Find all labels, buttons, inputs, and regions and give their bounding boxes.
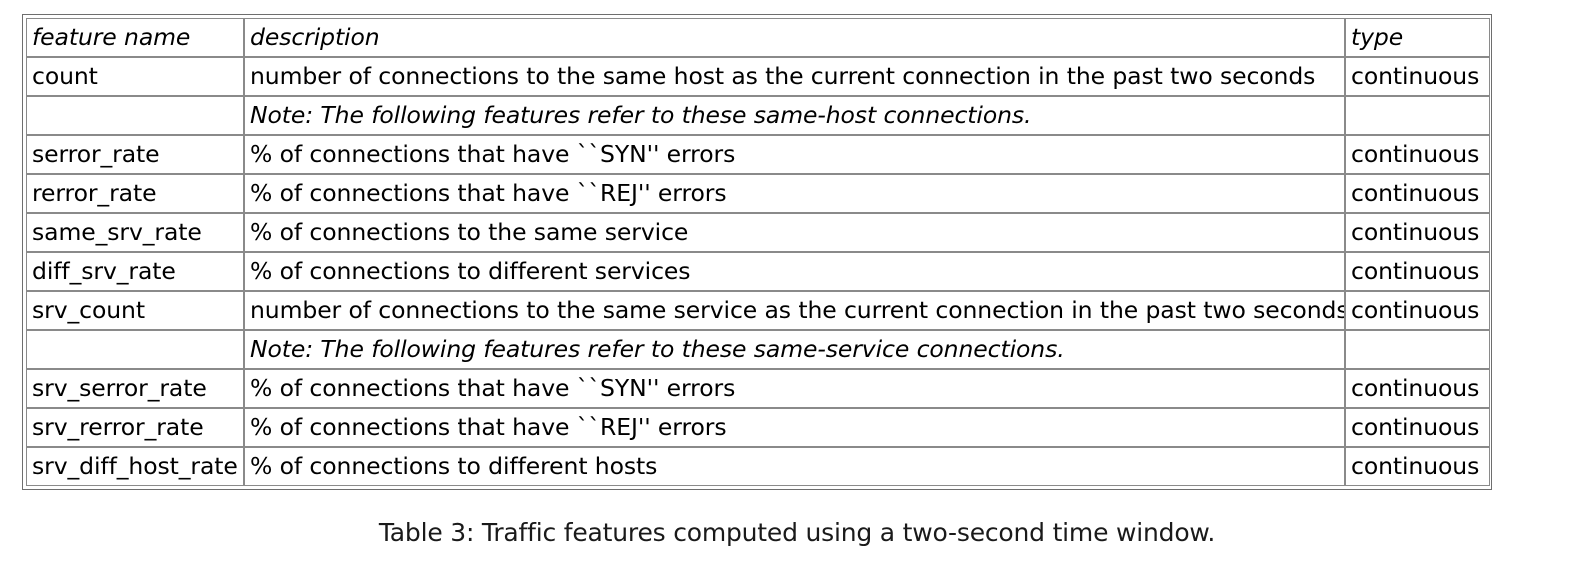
cell-type: continuous — [1345, 408, 1490, 447]
cell-feature-name: same_srv_rate — [26, 213, 244, 252]
column-header-feature-name: feature name — [26, 18, 244, 57]
table-body: feature name description type count number o… — [26, 18, 1490, 486]
cell-type: continuous — [1345, 174, 1490, 213]
cell-description: % of connections that have ``SYN'' error… — [244, 369, 1345, 408]
table-row: serror_rate% of connections that have ``… — [26, 135, 1490, 174]
table-row: same_srv_rate% of connections to the sam… — [26, 213, 1490, 252]
cell-feature-name: serror_rate — [26, 135, 244, 174]
table-row: srv_diff_host_rate% of connections to di… — [26, 447, 1490, 486]
cell-feature-name — [26, 330, 244, 369]
cell-description: number of connections to the same servic… — [244, 291, 1345, 330]
table-caption: Table 3: Traffic features computed using… — [378, 518, 1216, 547]
table-row: rerror_rate% of connections that have ``… — [26, 174, 1490, 213]
cell-type: continuous — [1345, 135, 1490, 174]
table-row: diff_srv_rate% of connections to differe… — [26, 252, 1490, 291]
cell-description: number of connections to the same host a… — [244, 57, 1345, 96]
cell-type: continuous — [1345, 447, 1490, 486]
cell-feature-name: srv_count — [26, 291, 244, 330]
cell-type — [1345, 96, 1490, 135]
cell-type: continuous — [1345, 252, 1490, 291]
column-header-description: description — [244, 18, 1345, 57]
column-header-type: type — [1345, 18, 1490, 57]
table-note-row: Note: The following features refer to th… — [26, 96, 1490, 135]
cell-description: % of connections that have ``REJ'' error… — [244, 174, 1345, 213]
cell-description: % of connections that have ``SYN'' error… — [244, 135, 1345, 174]
table-header-row: feature name description type — [26, 18, 1490, 57]
cell-type: continuous — [1345, 213, 1490, 252]
cell-feature-name: rerror_rate — [26, 174, 244, 213]
cell-feature-name: srv_serror_rate — [26, 369, 244, 408]
cell-type: continuous — [1345, 291, 1490, 330]
cell-feature-name: srv_diff_host_rate — [26, 447, 244, 486]
cell-type: continuous — [1345, 57, 1490, 96]
cell-feature-name: count — [26, 57, 244, 96]
cell-description: % of connections to the same service — [244, 213, 1345, 252]
cell-feature-name: diff_srv_rate — [26, 252, 244, 291]
table-figure-page: feature name description type count number o… — [0, 0, 1594, 574]
table-row: srv_count number of connections to the sa… — [26, 291, 1490, 330]
cell-description: % of connections that have ``REJ'' error… — [244, 408, 1345, 447]
cell-description: % of connections to different services — [244, 252, 1345, 291]
cell-type: continuous — [1345, 369, 1490, 408]
table-note-row: Note: The following features refer to th… — [26, 330, 1490, 369]
cell-description: Note: The following features refer to th… — [244, 96, 1345, 135]
table-row: srv_serror_rate% of connections that hav… — [26, 369, 1490, 408]
cell-description: % of connections to different hosts — [244, 447, 1345, 486]
cell-type — [1345, 330, 1490, 369]
table-outer-frame: feature name description type count number o… — [22, 14, 1492, 490]
cell-feature-name: srv_rerror_rate — [26, 408, 244, 447]
cell-description: Note: The following features refer to th… — [244, 330, 1345, 369]
traffic-features-table: feature name description type count number o… — [26, 18, 1490, 486]
cell-feature-name — [26, 96, 244, 135]
table-row: count number of connections to the same h… — [26, 57, 1490, 96]
table-row: srv_rerror_rate% of connections that hav… — [26, 408, 1490, 447]
